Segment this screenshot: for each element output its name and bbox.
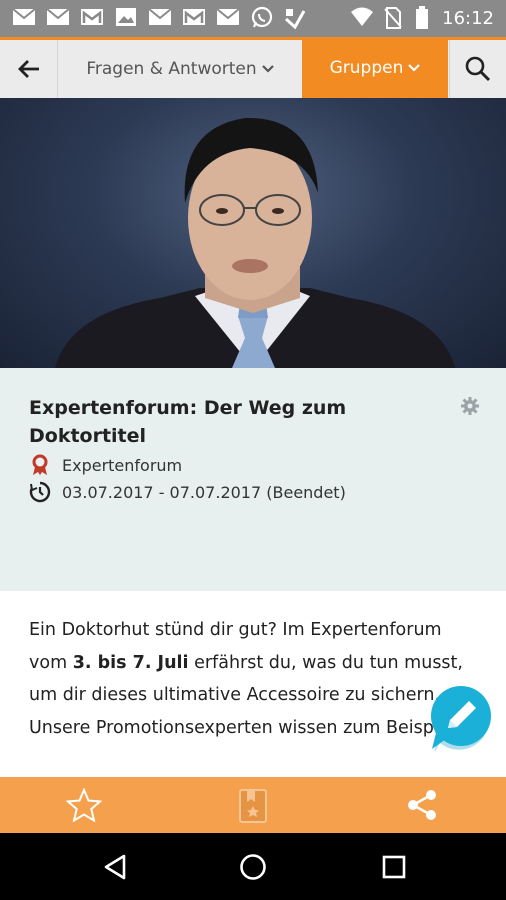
tab-questions-answers-label: Fragen & Antworten <box>86 59 257 79</box>
tab-groups[interactable]: Gruppen <box>302 37 448 98</box>
nav-home-button[interactable] <box>228 845 278 889</box>
forum-category: Expertenforum <box>62 455 183 475</box>
bookmark-button[interactable] <box>213 777 293 833</box>
timer-icon <box>29 481 51 503</box>
award-ribbon-icon <box>29 454 51 476</box>
bookmark-icon <box>239 789 267 823</box>
share-icon <box>408 790 436 820</box>
star-icon <box>66 788 102 822</box>
chevron-down-icon <box>261 65 274 73</box>
mail-icon <box>12 8 36 25</box>
back-button[interactable] <box>0 40 58 98</box>
no-sim-icon <box>384 7 402 29</box>
mail-icon <box>148 8 172 25</box>
forum-category-row: Expertenforum <box>29 454 182 476</box>
wifi-icon <box>351 7 373 26</box>
chevron-down-icon <box>408 63 421 72</box>
description-bold-dates: 3. bis 7. Juli <box>72 652 189 673</box>
gmail-icon <box>81 9 103 25</box>
status-bar: 16:12 <box>0 0 506 37</box>
home-circle-icon <box>240 854 266 880</box>
status-time: 16:12 <box>442 8 494 29</box>
favorite-button[interactable] <box>44 777 124 833</box>
forum-info-panel: Expertenforum: Der Weg zum Doktortitel E… <box>0 368 506 591</box>
recents-square-icon <box>382 855 406 879</box>
search-button[interactable] <box>449 40 506 98</box>
portrait-photo <box>55 117 455 368</box>
back-triangle-icon <box>104 854 126 880</box>
mail-icon <box>46 8 70 25</box>
system-nav-bar <box>0 833 506 900</box>
share-button[interactable] <box>382 777 462 833</box>
app-bar: Fragen & Antworten Gruppen <box>0 37 506 98</box>
hero-image <box>0 98 506 368</box>
gear-icon[interactable] <box>460 396 480 416</box>
gmail-icon <box>183 9 205 25</box>
nav-recents-button[interactable] <box>369 845 419 889</box>
search-icon <box>465 56 491 82</box>
mail-icon <box>216 8 240 25</box>
screen: 16:12 Fragen & Antworten Gruppen Experte… <box>0 0 506 900</box>
app-icon <box>285 9 306 30</box>
image-icon <box>116 8 136 26</box>
forum-dates: 03.07.2017 - 07.07.2017 (Beendet) <box>62 482 346 502</box>
whatsapp-icon <box>251 6 273 28</box>
nav-back-button[interactable] <box>90 845 140 889</box>
tab-questions-answers[interactable]: Fragen & Antworten <box>59 40 301 98</box>
tab-groups-label: Gruppen <box>329 57 404 78</box>
battery-icon <box>416 6 428 29</box>
forum-dates-row: 03.07.2017 - 07.07.2017 (Beendet) <box>29 481 346 503</box>
bottom-toolbar <box>0 777 506 833</box>
pencil-icon <box>431 686 491 753</box>
compose-fab[interactable] <box>426 683 496 753</box>
forum-description: Ein Doktorhut stünd dir gut? Im Experten… <box>29 614 479 744</box>
arrow-left-icon <box>17 60 39 78</box>
forum-title: Expertenforum: Der Weg zum Doktortitel <box>29 397 347 447</box>
